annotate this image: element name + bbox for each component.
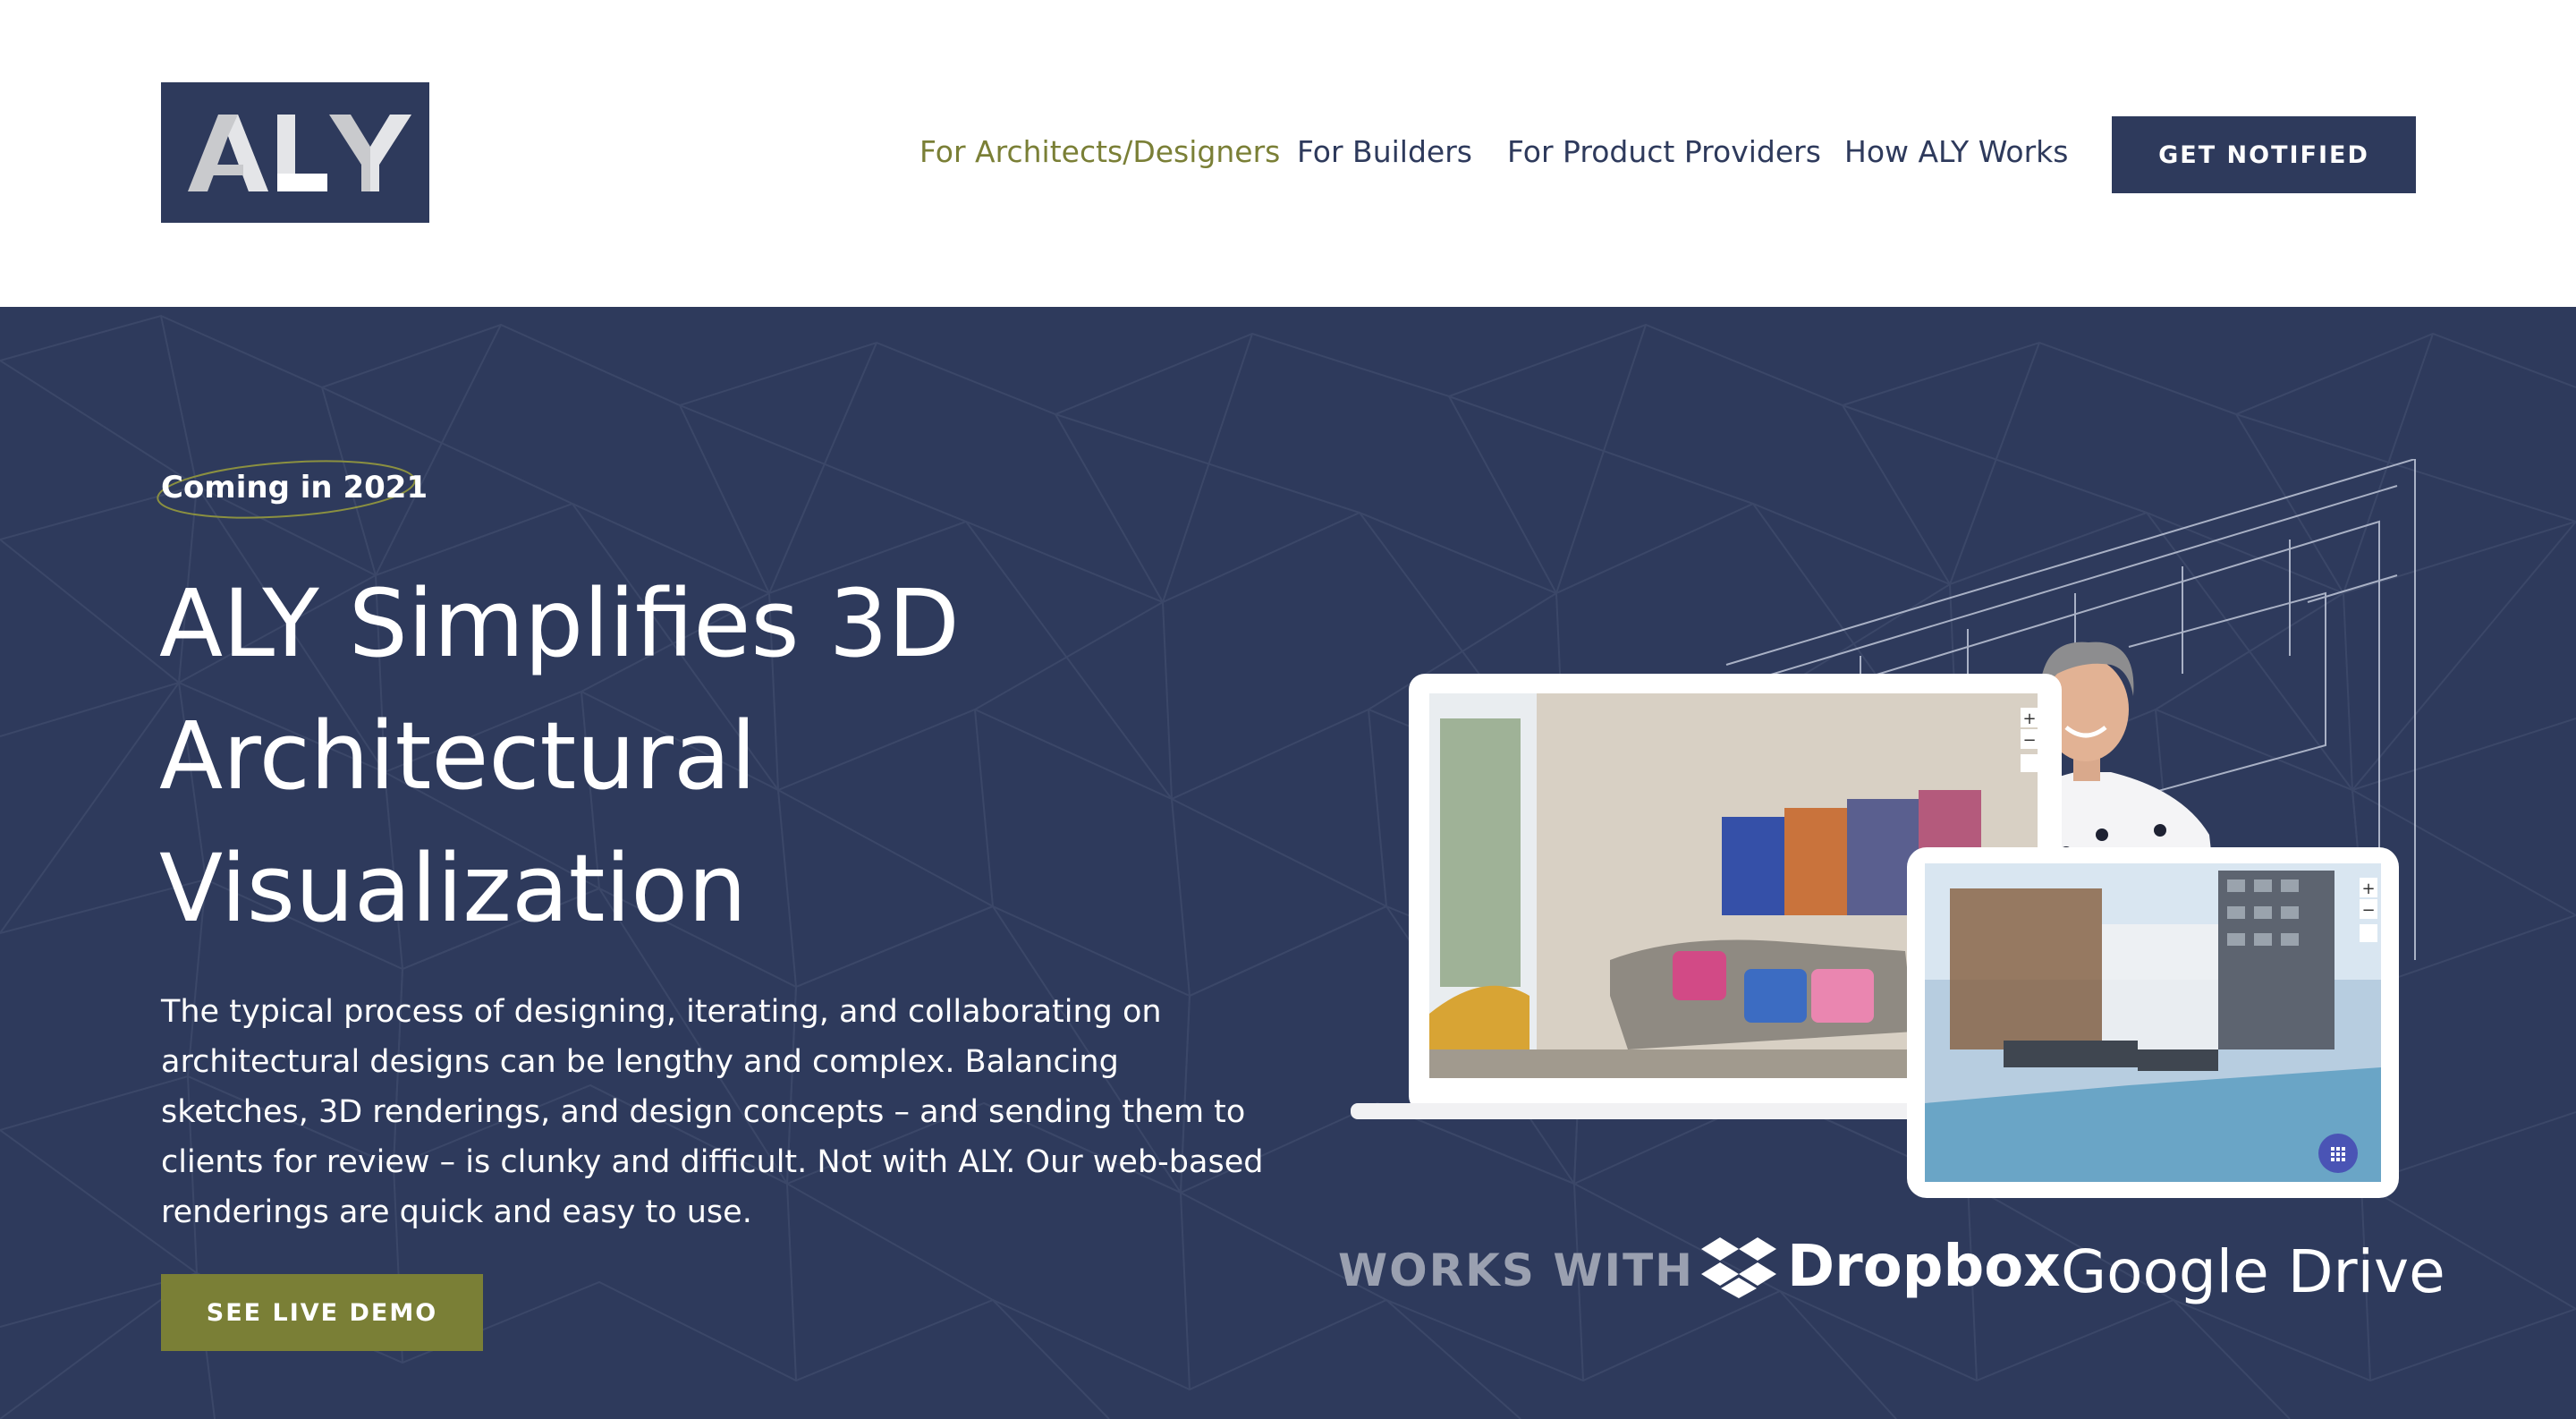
device-mockups-illustration: + − + − <box>1324 459 2442 1264</box>
nav-architects-designers[interactable]: For Architects/Designers <box>919 134 1280 169</box>
main-nav: For Architects/Designers For Builders Fo… <box>894 116 2416 193</box>
laptop-zoom-out-icon[interactable]: − <box>2022 731 2036 750</box>
aly-logo[interactable] <box>161 82 429 223</box>
works-with-row: WORKS WITH Dropbox Google Drive <box>1338 1219 2456 1309</box>
google-drive-logo: Google Drive <box>2061 1237 2445 1306</box>
hero-title: ALY Simplifies 3D Architectural Visualiz… <box>159 557 1233 955</box>
tablet-zoom-out-icon[interactable]: − <box>2361 901 2375 920</box>
coming-in-2021-label: Coming in 2021 <box>161 470 428 506</box>
devices-graphic: + − + − <box>1351 459 2416 1198</box>
hero-title-line-2: Architectural <box>159 701 757 811</box>
laptop-zoom-in-icon[interactable]: + <box>2022 710 2036 728</box>
get-notified-button[interactable]: GET NOTIFIED <box>2112 116 2416 193</box>
see-live-demo-button[interactable]: SEE LIVE DEMO <box>161 1274 483 1351</box>
hero-title-line-3: Visualization <box>159 834 747 943</box>
nav-product-providers[interactable]: For Product Providers <box>1507 134 1821 169</box>
dropbox-logo: Dropbox <box>1701 1227 2061 1307</box>
nav-how-aly-works[interactable]: How ALY Works <box>1844 134 2068 169</box>
tablet-mockup <box>1907 847 2399 1198</box>
hero-description: The typical process of designing, iterat… <box>161 994 1264 1230</box>
tablet-zoom-in-icon[interactable]: + <box>2361 879 2375 898</box>
site-header: For Architects/Designers For Builders Fo… <box>0 0 2576 307</box>
works-with-label: WORKS WITH <box>1338 1245 1695 1296</box>
hero-section: Coming in 2021 ALY Simplifies 3D Archite… <box>0 307 2576 1419</box>
aly-logo-mark <box>161 82 429 223</box>
nav-builders[interactable]: For Builders <box>1297 134 1472 169</box>
dropbox-icon <box>1701 1237 1776 1298</box>
dropbox-label: Dropbox <box>1787 1234 2061 1300</box>
hero-title-line-1: ALY Simplifies 3D <box>159 569 960 678</box>
